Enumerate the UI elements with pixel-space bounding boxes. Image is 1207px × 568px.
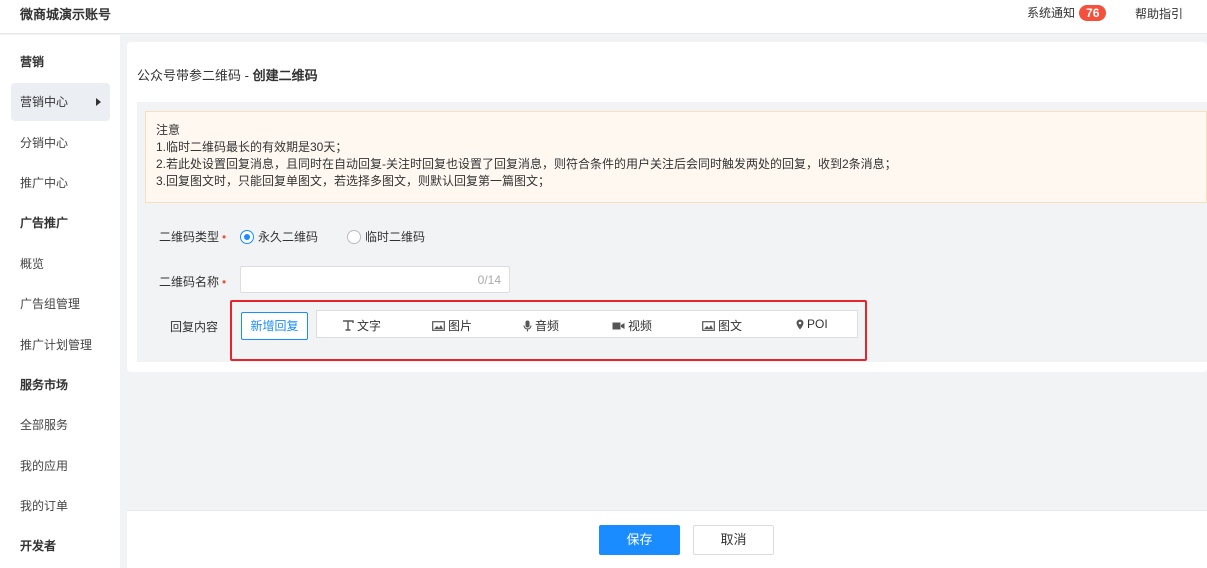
sidebar-item-label: 营销中心: [20, 95, 69, 109]
sidebar-item-marketing-center[interactable]: 营销中心: [11, 83, 110, 121]
microphone-icon: [523, 320, 532, 331]
sidebar-item-overview[interactable]: 概览: [11, 245, 110, 283]
reply-content-label: 回复内容: [170, 320, 219, 334]
form-container: 注意 1.临时二维码最长的有效期是30天； 2.若此处设置回复消息，且同时在自动…: [137, 102, 1207, 362]
reply-type-label: 音频: [535, 319, 560, 333]
radio-temporary-label: 临时二维码: [365, 230, 426, 244]
help-guide-link[interactable]: 帮助指引: [1135, 5, 1183, 22]
location-pin-icon: [796, 319, 804, 329]
top-bar: 微商城演示账号 系统通知 76 帮助指引: [0, 0, 1207, 34]
radio-permanent-label: 永久二维码: [258, 230, 319, 244]
reply-type-image-text[interactable]: 图文: [702, 317, 742, 334]
radio-unchecked-icon: [347, 229, 361, 244]
reply-type-bar: 文字 图片 音频 视频 图文 POI: [316, 310, 858, 338]
account-name: 微商城演示账号: [20, 7, 112, 22]
save-button[interactable]: 保存: [599, 525, 680, 555]
notification-count-badge: 76: [1079, 4, 1107, 21]
qr-type-label-text: 二维码类型: [159, 230, 220, 244]
sidebar-item-promotion-center[interactable]: 推广中心: [11, 164, 110, 202]
sidebar-item-ad-group-management[interactable]: 广告组管理: [11, 285, 110, 323]
qr-type-label: 二维码类型 •: [159, 228, 226, 245]
sidebar-group-advertising: 广告推广: [20, 216, 69, 230]
system-notification-link[interactable]: 系统通知 76: [1027, 4, 1107, 21]
notice-line-2: 2.若此处设置回复消息，且同时在自动回复-关注时回复也设置了回复消息，则符合条件…: [156, 157, 897, 171]
breadcrumb-parent[interactable]: 公众号带参二维码 -: [137, 68, 253, 83]
footer-action-bar: 保存 取消: [127, 510, 1207, 568]
sidebar-item-campaign-management[interactable]: 推广计划管理: [11, 326, 110, 364]
video-icon: [612, 322, 625, 329]
image-text-icon: [702, 320, 715, 331]
main-panel: 公众号带参二维码 - 创建二维码 注意 1.临时二维码最长的有效期是30天； 2…: [127, 42, 1207, 372]
reply-type-poi[interactable]: POI: [796, 317, 828, 331]
reply-type-label: 文字: [357, 319, 382, 333]
sidebar-item-my-apps[interactable]: 我的应用: [11, 447, 110, 485]
caret-right-icon: [96, 98, 101, 106]
radio-permanent-qr[interactable]: 永久二维码: [240, 228, 318, 245]
breadcrumb-current: 创建二维码: [252, 68, 318, 83]
char-counter: 0/14: [477, 273, 501, 287]
sidebar-group-marketing: 营销: [20, 55, 45, 69]
sidebar-item-distribution-center[interactable]: 分销中心: [11, 124, 110, 162]
reply-type-label: 图片: [448, 319, 473, 333]
reply-type-label: POI: [807, 317, 828, 331]
required-mark: •: [222, 275, 227, 289]
sidebar: 营销 营销中心 分销中心 推广中心 广告推广 概览 广告组管理 推广计划管理 服…: [0, 35, 120, 568]
notice-title: 注意: [156, 123, 181, 137]
sidebar-group-developer: 开发者: [20, 539, 57, 553]
text-icon: [343, 320, 354, 331]
notice-line-1: 1.临时二维码最长的有效期是30天；: [156, 140, 348, 154]
reply-type-image[interactable]: 图片: [432, 317, 472, 334]
sidebar-item-all-services[interactable]: 全部服务: [11, 406, 110, 444]
reply-type-label: 视频: [628, 319, 653, 333]
notice-line-3: 3.回复图文时，只能回复单图文，若选择多图文，则默认回复第一篇图文；: [156, 174, 551, 188]
reply-type-audio[interactable]: 音频: [523, 317, 559, 334]
radio-temporary-qr[interactable]: 临时二维码: [347, 228, 425, 245]
qr-name-label-text: 二维码名称: [159, 275, 220, 289]
image-icon: [432, 320, 445, 331]
qr-name-input[interactable]: 0/14: [240, 266, 510, 293]
add-reply-button[interactable]: 新增回复: [241, 312, 308, 340]
page-title: 公众号带参二维码 - 创建二维码: [137, 65, 318, 84]
qr-name-label: 二维码名称 •: [159, 273, 226, 290]
reply-type-text[interactable]: 文字: [342, 317, 381, 334]
radio-checked-icon: [240, 229, 254, 244]
sidebar-group-service-market: 服务市场: [20, 378, 69, 392]
cancel-button[interactable]: 取消: [693, 525, 774, 555]
reply-type-label: 图文: [718, 319, 743, 333]
reply-type-video[interactable]: 视频: [612, 317, 652, 334]
notice-box: 注意 1.临时二维码最长的有效期是30天； 2.若此处设置回复消息，且同时在自动…: [145, 111, 1207, 203]
required-mark: •: [222, 230, 227, 244]
system-notification-label: 系统通知: [1027, 6, 1076, 20]
sidebar-item-my-orders[interactable]: 我的订单: [11, 487, 110, 525]
